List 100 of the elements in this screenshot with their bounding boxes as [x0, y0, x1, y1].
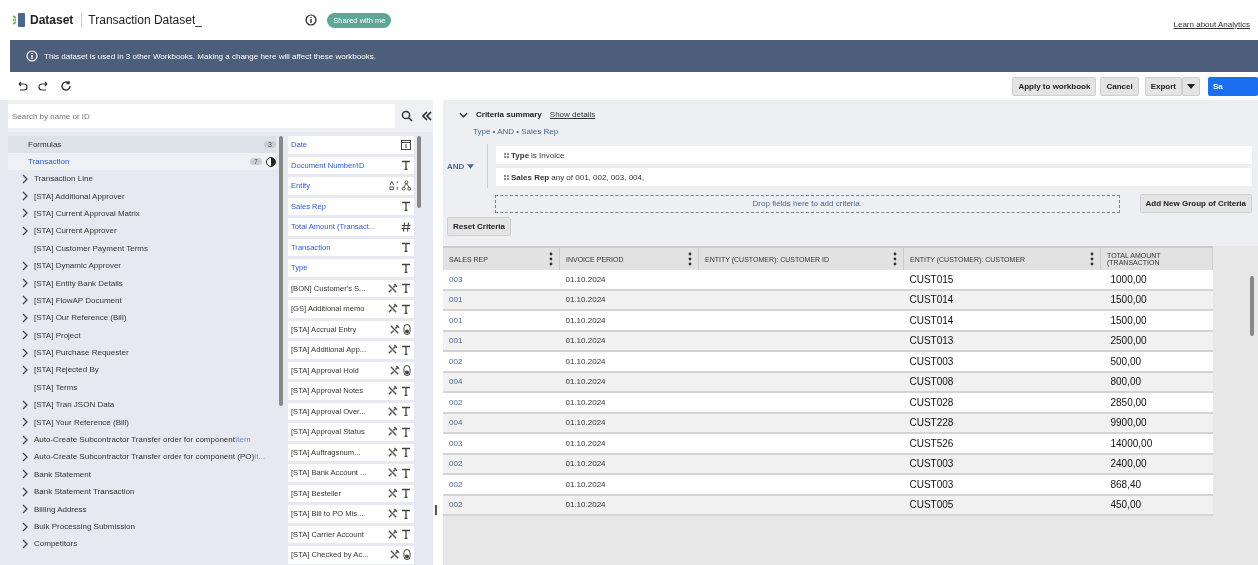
chevron-icon[interactable] — [22, 504, 28, 515]
chevron-icon[interactable] — [22, 538, 28, 549]
reset-criteria-button[interactable]: Reset Criteria — [447, 217, 512, 236]
criteria-condition[interactable]: Sales Rep any of 001, 002, 003, 004, — [496, 168, 1252, 186]
toolbar-button[interactable]: Cancel — [1100, 76, 1139, 96]
table-cell: CUST015 — [909, 273, 954, 285]
operator-dropdown[interactable]: AND — [447, 161, 487, 171]
tree-item[interactable]: [STA] Purchase Requester — [34, 348, 129, 358]
table-cell: 1000,00 — [1110, 273, 1147, 285]
tree-item[interactable]: Billing Address — [34, 504, 87, 514]
tree-item[interactable]: [STA] Current Approver — [34, 226, 117, 236]
tree-item[interactable]: [STA] Additional Approver — [34, 191, 125, 201]
help-link[interactable]: Learn about Analytics — [1173, 19, 1250, 29]
table-cell: 003 — [449, 438, 463, 448]
chevron-icon[interactable] — [22, 278, 28, 289]
save-button[interactable]: Sa — [1208, 76, 1258, 96]
search-field[interactable]: Search by name or ID — [8, 104, 395, 128]
chevron-icon[interactable] — [22, 312, 28, 323]
toolbar-button[interactable]: Apply to workbook — [1012, 76, 1097, 96]
table-cell: 14000,00 — [1110, 437, 1153, 449]
chevron-icon[interactable] — [22, 173, 28, 184]
table-cell: CUST008 — [909, 376, 954, 388]
chevron-icon[interactable] — [22, 486, 28, 497]
table-cell: 1500,00 — [1110, 314, 1147, 326]
undo-icon[interactable] — [16, 80, 28, 92]
chevron-icon[interactable] — [22, 347, 28, 358]
tree-item[interactable]: [STA] Dynamic Approver — [34, 261, 121, 271]
chevron-icon[interactable] — [22, 399, 28, 410]
show-details-link[interactable]: Show details — [549, 110, 596, 119]
tree-item[interactable]: Auto-Create Subcontractor Transfer order for componentItem — [34, 435, 251, 445]
tree-item[interactable]: [STA] FlowAP Document — [34, 295, 122, 305]
chevron-down-icon[interactable] — [459, 111, 468, 118]
table-cell: 002 — [449, 500, 463, 510]
tree-item[interactable]: Auto-Create Subcontractor Transfer order for component (PO)It... — [34, 452, 266, 462]
chevron-icon[interactable] — [22, 451, 28, 462]
add-group-button[interactable]: Add New Group of Criteria — [1139, 194, 1252, 213]
tree-item[interactable]: Bank Statement — [34, 469, 91, 479]
tree-item[interactable]: [STA] Our Reference (Bill) — [34, 313, 127, 323]
tree-item[interactable]: [STA] Entity Bank Details — [34, 278, 123, 288]
hash-icon — [401, 221, 411, 232]
tree-item[interactable]: [STA] Tran JSON Data — [34, 400, 115, 410]
criteria-summary: Type • AND • Sales Rep — [472, 127, 560, 136]
chevron-icon[interactable] — [22, 469, 28, 480]
text-type-icon — [401, 262, 411, 273]
chevron-icon[interactable] — [22, 521, 28, 532]
chevron-icon[interactable] — [22, 417, 28, 428]
tree-item[interactable]: [STA] Your Reference (Bill) — [34, 417, 129, 427]
table-cell: 01.10.2024 — [565, 479, 606, 489]
table-cell: 450,00 — [1110, 499, 1142, 511]
table-cell: 001 — [449, 315, 463, 325]
criteria-condition[interactable]: Type is Invoice — [496, 146, 1252, 164]
table-cell: 002 — [449, 356, 463, 366]
table-cell: 01.10.2024 — [565, 315, 606, 325]
tree-item[interactable]: [STA] Rejected By — [34, 365, 99, 375]
table-cell: 003 — [449, 274, 463, 284]
drag-handle-icon — [504, 174, 509, 180]
hierarchy-icon — [389, 180, 411, 192]
chevron-icon[interactable] — [22, 365, 28, 375]
table-cell: CUST014 — [909, 314, 954, 326]
table-cell: CUST014 — [909, 294, 954, 306]
info-icon — [26, 50, 38, 62]
tree-item[interactable]: Transaction Line — [34, 174, 93, 184]
tree-item[interactable]: [STA] Customer Payment Terms — [34, 243, 148, 253]
table-cell: 2400,00 — [1110, 458, 1147, 470]
toggle-icon — [403, 323, 411, 335]
more-icon[interactable] — [893, 252, 897, 266]
more-icon[interactable] — [1090, 252, 1094, 266]
export-menu-button[interactable] — [1182, 76, 1200, 96]
chevron-icon[interactable] — [22, 295, 28, 306]
text-type-icon — [401, 426, 411, 437]
text-type-icon — [401, 160, 411, 171]
table-cell: 01.10.2024 — [565, 438, 606, 448]
banner-message: This dataset is used in 3 other Workbooks. Making a change here will affect these workbooks. — [44, 51, 376, 61]
tree-item[interactable]: Bulk Processing Submission — [34, 522, 135, 531]
tree-item[interactable]: Competitors — [34, 539, 78, 549]
tree-item[interactable]: [STA] Current Approval Matrix — [34, 208, 140, 218]
calendar-icon — [401, 139, 411, 151]
search-icon — [401, 110, 413, 122]
text-type-icon — [401, 303, 411, 314]
tree-item[interactable]: Bank Statement Transaction — [34, 487, 135, 497]
chevron-icon[interactable] — [22, 260, 28, 271]
table-cell: 004 — [449, 377, 463, 387]
text-type-icon — [401, 385, 411, 396]
export-button[interactable]: Export — [1144, 76, 1182, 96]
refresh-icon[interactable] — [60, 80, 72, 92]
chevron-icon[interactable] — [22, 330, 28, 341]
table-cell: 01.10.2024 — [565, 336, 606, 346]
chevron-icon[interactable] — [22, 434, 28, 445]
tree-item[interactable]: [STA] Terms — [34, 382, 78, 392]
chevron-icon[interactable] — [22, 208, 28, 219]
more-icon[interactable] — [688, 252, 692, 266]
redo-icon[interactable] — [38, 80, 50, 92]
more-icon[interactable] — [549, 252, 553, 266]
chevron-icon[interactable] — [22, 191, 28, 202]
table-cell: 01.10.2024 — [565, 418, 606, 428]
collapse-icon[interactable] — [421, 110, 433, 122]
chevron-icon[interactable] — [22, 225, 28, 236]
drag-handle-icon — [504, 152, 509, 158]
tree-item[interactable]: [STA] Project — [34, 330, 81, 340]
info-icon[interactable] — [305, 14, 318, 26]
